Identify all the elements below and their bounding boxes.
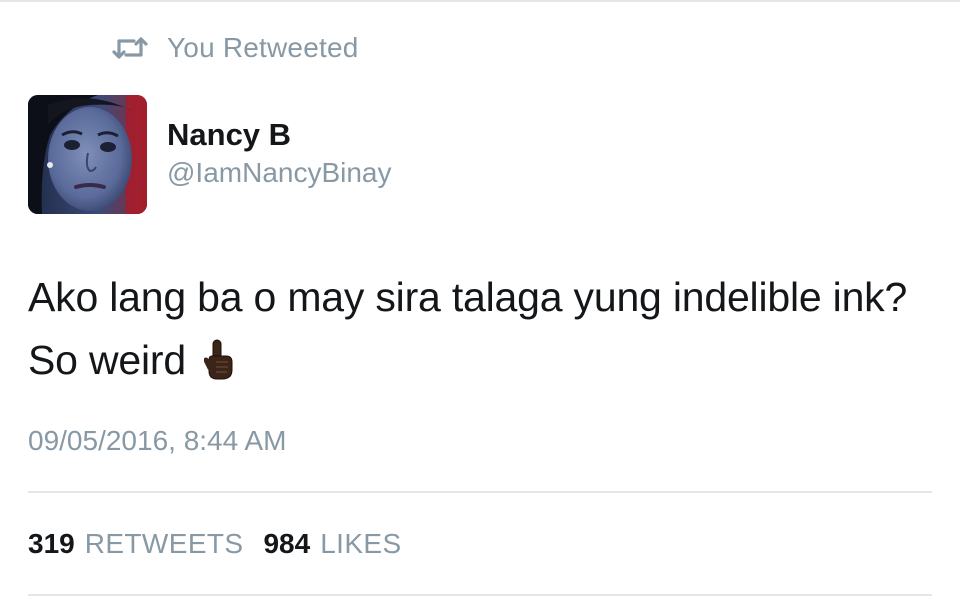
- author-handle[interactable]: @IamNancyBinay: [167, 155, 392, 191]
- likes-count: 984: [263, 528, 311, 559]
- avatar[interactable]: [28, 95, 147, 214]
- pointing-finger-emoji-icon: [203, 335, 234, 380]
- author-name[interactable]: Nancy B: [167, 116, 291, 154]
- retweets-label: RETWEETS: [84, 528, 244, 559]
- likes-stat[interactable]: 984 LIKES: [263, 527, 401, 561]
- divider: [28, 594, 932, 596]
- retweets-stat[interactable]: 319 RETWEETS: [28, 527, 243, 561]
- retweet-icon: [112, 35, 148, 61]
- tweet-text: Ako lang ba o may sira talaga yung indel…: [28, 274, 908, 383]
- tweet-body: Ako lang ba o may sira talaga yung indel…: [28, 266, 933, 392]
- tweet-detail-view: You Retweeted Nancy B @IamNancyBinay Ako…: [0, 0, 960, 600]
- engagement-stats: 319 RETWEETS 984 LIKES: [28, 527, 402, 561]
- likes-label: LIKES: [320, 528, 402, 559]
- divider: [28, 491, 932, 493]
- retweets-count: 319: [28, 528, 75, 559]
- tweet-timestamp: 09/05/2016, 8:44 AM: [28, 425, 287, 456]
- retweet-context[interactable]: You Retweeted: [112, 31, 359, 65]
- retweet-context-label: You Retweeted: [167, 32, 359, 63]
- top-divider: [0, 0, 960, 2]
